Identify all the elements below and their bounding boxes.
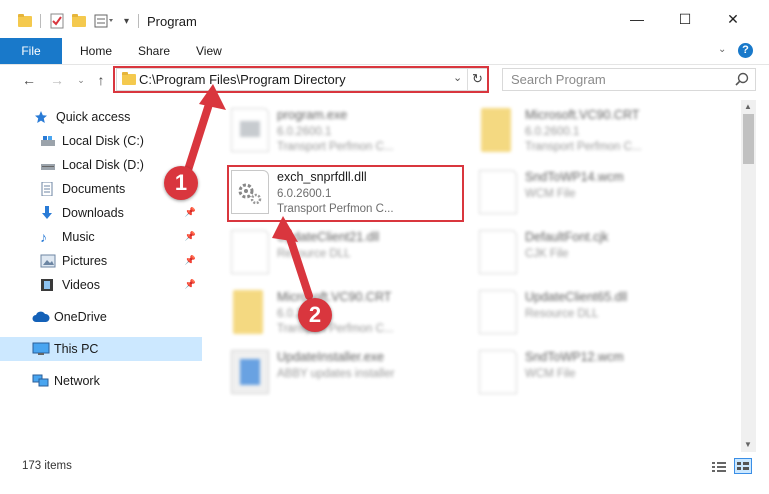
arrow-2-head xyxy=(272,216,298,242)
arrow-1-head xyxy=(199,84,226,110)
step-badge-1: 1 xyxy=(164,166,198,200)
annotation-arrows xyxy=(184,84,313,300)
arrow-2-shaft xyxy=(284,228,313,300)
arrow-1-shaft xyxy=(184,94,215,174)
step-badge-2: 2 xyxy=(298,298,332,332)
